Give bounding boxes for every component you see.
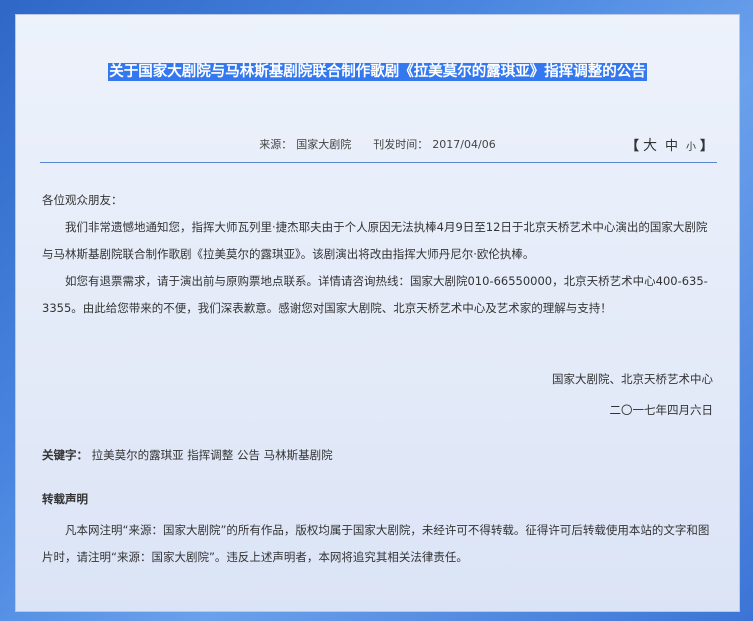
font-size-control: 【大中小】 bbox=[626, 135, 713, 155]
keywords-value: 拉美莫尔的露琪亚 指挥调整 公告 马林斯基剧院 bbox=[91, 448, 333, 462]
font-size-medium-button[interactable]: 中 bbox=[665, 139, 678, 154]
date-label: 刊发时间： bbox=[373, 138, 429, 151]
title-wrap: 关于国家大剧院与马林斯基剧院联合制作歌剧《拉美莫尔的露琪亚》指挥调整的公告 bbox=[16, 61, 739, 81]
article-title[interactable]: 关于国家大剧院与马林斯基剧院联合制作歌剧《拉美莫尔的露琪亚》指挥调整的公告 bbox=[108, 63, 647, 81]
repost-body: 凡本网注明“来源：国家大剧院”的所有作品，版权均属于国家大剧院，未经许可不得转载… bbox=[42, 517, 714, 571]
greeting: 各位观众朋友： bbox=[42, 193, 123, 207]
article-body: 各位观众朋友： 我们非常遗憾地通知您，指挥大师瓦列里·捷杰耶夫由于个人原因无法执… bbox=[42, 187, 714, 322]
keywords: 关键字： 拉美莫尔的露琪亚 指挥调整 公告 马林斯基剧院 bbox=[42, 447, 333, 463]
font-size-open-bracket: 【 bbox=[625, 139, 639, 154]
font-size-close-bracket: 】 bbox=[699, 139, 713, 154]
repost-title: 转载声明 bbox=[42, 492, 88, 506]
sign-date: 二〇一七年四月六日 bbox=[609, 403, 714, 417]
repost-text: 凡本网注明“来源：国家大剧院”的所有作品，版权均属于国家大剧院，未经许可不得转载… bbox=[42, 523, 710, 564]
font-size-large-button[interactable]: 大 bbox=[643, 138, 657, 154]
paragraph-2: 如您有退票需求，请于演出前与原购票地点联系。详情请咨询热线：国家大剧院010-6… bbox=[42, 274, 708, 315]
keywords-label: 关键字： bbox=[42, 448, 88, 462]
font-size-small-button[interactable]: 小 bbox=[686, 142, 696, 153]
source-label: 来源： bbox=[259, 138, 293, 151]
signature: 国家大剧院、北京天桥艺术中心 bbox=[552, 372, 713, 386]
date-value: 2017/04/06 bbox=[432, 138, 496, 151]
source-value: 国家大剧院 bbox=[296, 138, 352, 151]
article-panel: 关于国家大剧院与马林斯基剧院联合制作歌剧《拉美莫尔的露琪亚》指挥调整的公告 来源… bbox=[15, 14, 740, 612]
header-divider bbox=[40, 162, 717, 163]
paragraph-1: 我们非常遗憾地通知您，指挥大师瓦列里·捷杰耶夫由于个人原因无法执棒4月9日至12… bbox=[42, 220, 708, 261]
